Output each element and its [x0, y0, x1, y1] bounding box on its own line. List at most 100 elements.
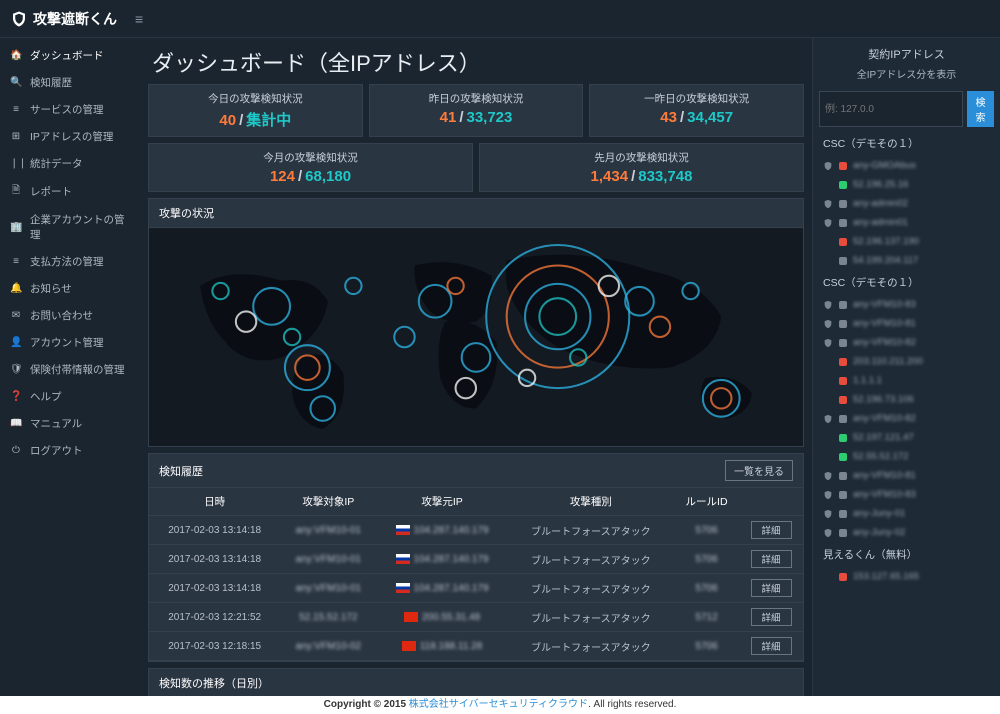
status-dot: [839, 529, 847, 537]
ip-list-item[interactable]: 52.196.137.190: [813, 232, 1000, 251]
detail-button[interactable]: 詳細: [751, 637, 792, 655]
ip-list-item[interactable]: any-VFM10-81: [813, 314, 1000, 333]
ip-search-button[interactable]: 検索: [967, 91, 994, 127]
cell-target: 52.15.52.172: [280, 603, 376, 632]
ip-list-item[interactable]: any-admin02: [813, 194, 1000, 213]
ip-list-item[interactable]: 153.127.65.165: [813, 567, 1000, 586]
detail-button[interactable]: 詳細: [751, 550, 792, 568]
ip-list-item[interactable]: 52.197.121.47: [813, 428, 1000, 447]
cell-src: 104.287.140.179: [376, 516, 508, 545]
status-dot: [839, 238, 847, 246]
menu-toggle-icon[interactable]: ≡: [135, 11, 143, 27]
detail-button[interactable]: 詳細: [751, 579, 792, 597]
sidebar-label: ヘルプ: [30, 389, 62, 404]
shield-icon: [823, 528, 833, 538]
ip-label: 52.196.73.106: [853, 394, 914, 405]
shield-logo-icon: [10, 10, 28, 28]
sidebar-label: 企業アカウントの管理: [30, 212, 130, 242]
ip-group-header[interactable]: CSC（デモその１）: [813, 270, 1000, 295]
status-dot: [839, 491, 847, 499]
sidebar-item-4[interactable]: ❘❘統計データ: [0, 150, 140, 177]
sidebar-label: 保険付帯情報の管理: [30, 362, 125, 377]
ip-search-input[interactable]: [819, 91, 963, 127]
sidebar-icon: ✉: [10, 310, 22, 321]
sidebar-item-3[interactable]: ⊞IPアドレスの管理: [0, 123, 140, 150]
status-dot: [839, 301, 847, 309]
ip-label: any-admin02: [853, 198, 908, 209]
ip-list-item[interactable]: any-VFM10-83: [813, 485, 1000, 504]
detail-button[interactable]: 詳細: [751, 521, 792, 539]
footer-pre: Copyright © 2015: [324, 699, 409, 710]
sidebar-item-10[interactable]: 👤アカウント管理: [0, 329, 140, 356]
shield-icon: [823, 414, 833, 424]
ip-list-item[interactable]: 52.55.52.172: [813, 447, 1000, 466]
status-dot: [839, 257, 847, 265]
cell-dt: 2017-02-03 13:14:18: [149, 516, 280, 545]
sidebar-icon: 🏢: [10, 222, 22, 233]
ip-label: 203.110.211.200: [853, 356, 923, 367]
ip-list-item[interactable]: 1.1.1.1: [813, 371, 1000, 390]
cell-rule: 5706: [674, 516, 739, 545]
stat-title: 今月の攻撃検知状況: [153, 150, 468, 165]
status-dot: [839, 453, 847, 461]
detection-history-title: 検知履歴: [159, 463, 203, 479]
chart-title: 検知数の推移（日別）: [159, 675, 269, 691]
status-dot: [839, 181, 847, 189]
ip-label: any-VFM10-82: [853, 413, 916, 424]
sidebar-icon: 📖: [10, 418, 22, 429]
ip-list-item[interactable]: any-Juny-01: [813, 504, 1000, 523]
shield-icon: [823, 319, 833, 329]
ip-list-item[interactable]: any-VFM10-83: [813, 295, 1000, 314]
cell-dt: 2017-02-03 12:21:52: [149, 603, 280, 632]
sidebar-item-1[interactable]: 🔍検知履歴: [0, 69, 140, 96]
detail-button[interactable]: 詳細: [751, 608, 792, 626]
cell-src: 200.55.31.48: [376, 603, 508, 632]
ip-list-item[interactable]: any-VFM10-82: [813, 409, 1000, 428]
sidebar-item-11[interactable]: 🛡保険付帯情報の管理: [0, 356, 140, 383]
ip-label: any-GMOAbus: [853, 160, 916, 171]
col-target: 攻撃対象IP: [280, 488, 376, 516]
shield-icon: [823, 161, 833, 171]
ip-label: 1.1.1.1: [853, 375, 882, 386]
ip-list-item[interactable]: any-VFM10-82: [813, 333, 1000, 352]
ip-group-header[interactable]: 見えるくん（無料）: [813, 542, 1000, 567]
status-dot: [839, 396, 847, 404]
stat-value: 41/33,723: [374, 109, 579, 126]
sidebar-item-14[interactable]: ⏻ログアウト: [0, 437, 140, 464]
ip-list-item[interactable]: any-Juny-02: [813, 523, 1000, 542]
ip-list-item[interactable]: 52.196.25.16: [813, 175, 1000, 194]
ip-list-item[interactable]: any-VFM10-81: [813, 466, 1000, 485]
col-act: [739, 488, 803, 516]
sidebar-item-0[interactable]: 🏠ダッシュボード: [0, 42, 140, 69]
ip-label: any-VFM10-82: [853, 337, 916, 348]
ip-list-item[interactable]: any-GMOAbus: [813, 156, 1000, 175]
sidebar-icon: 🗎: [10, 183, 22, 200]
sidebar-item-12[interactable]: ❓ヘルプ: [0, 383, 140, 410]
cell-dt: 2017-02-03 13:14:18: [149, 545, 280, 574]
sidebar-item-13[interactable]: 📖マニュアル: [0, 410, 140, 437]
ip-list-item[interactable]: 203.110.211.200: [813, 352, 1000, 371]
ip-list-item[interactable]: 52.196.73.106: [813, 390, 1000, 409]
sidebar-item-2[interactable]: ≡サービスの管理: [0, 96, 140, 123]
attack-map[interactable]: [149, 228, 803, 446]
view-all-button[interactable]: 一覧を見る: [725, 460, 793, 481]
footer-link[interactable]: 株式会社サイバーセキュリティクラウド: [409, 699, 588, 710]
ip-list-item[interactable]: 54.199.204.117: [813, 251, 1000, 270]
sidebar-item-8[interactable]: 🔔お知らせ: [0, 275, 140, 302]
contract-ip-subtitle: 全IPアドレス分を表示: [813, 66, 1000, 87]
cell-target: any:VFM10-01: [280, 574, 376, 603]
map-title: 攻撃の状況: [159, 205, 214, 221]
sidebar-icon: ⏻: [10, 445, 22, 456]
table-row: 2017-02-03 12:18:15any:VFM10-02118.188.1…: [149, 632, 803, 661]
ip-list-item[interactable]: any-admin01: [813, 213, 1000, 232]
ip-label: any-VFM10-81: [853, 470, 916, 481]
sidebar-icon: 🔔: [10, 283, 22, 294]
cell-rule: 5712: [674, 603, 739, 632]
detection-table: 日時攻撃対象IP攻撃元IP攻撃種別ルールID 2017-02-03 13:14:…: [149, 488, 803, 661]
ip-group-header[interactable]: CSC（デモその１）: [813, 131, 1000, 156]
sidebar-item-9[interactable]: ✉お問い合わせ: [0, 302, 140, 329]
sidebar-item-6[interactable]: 🏢 企業アカウントの管理: [0, 206, 140, 248]
footer-post: . All rights reserved.: [588, 699, 676, 710]
sidebar-item-5[interactable]: 🗎レポート: [0, 177, 140, 206]
sidebar-item-7[interactable]: ≡支払方法の管理: [0, 248, 140, 275]
